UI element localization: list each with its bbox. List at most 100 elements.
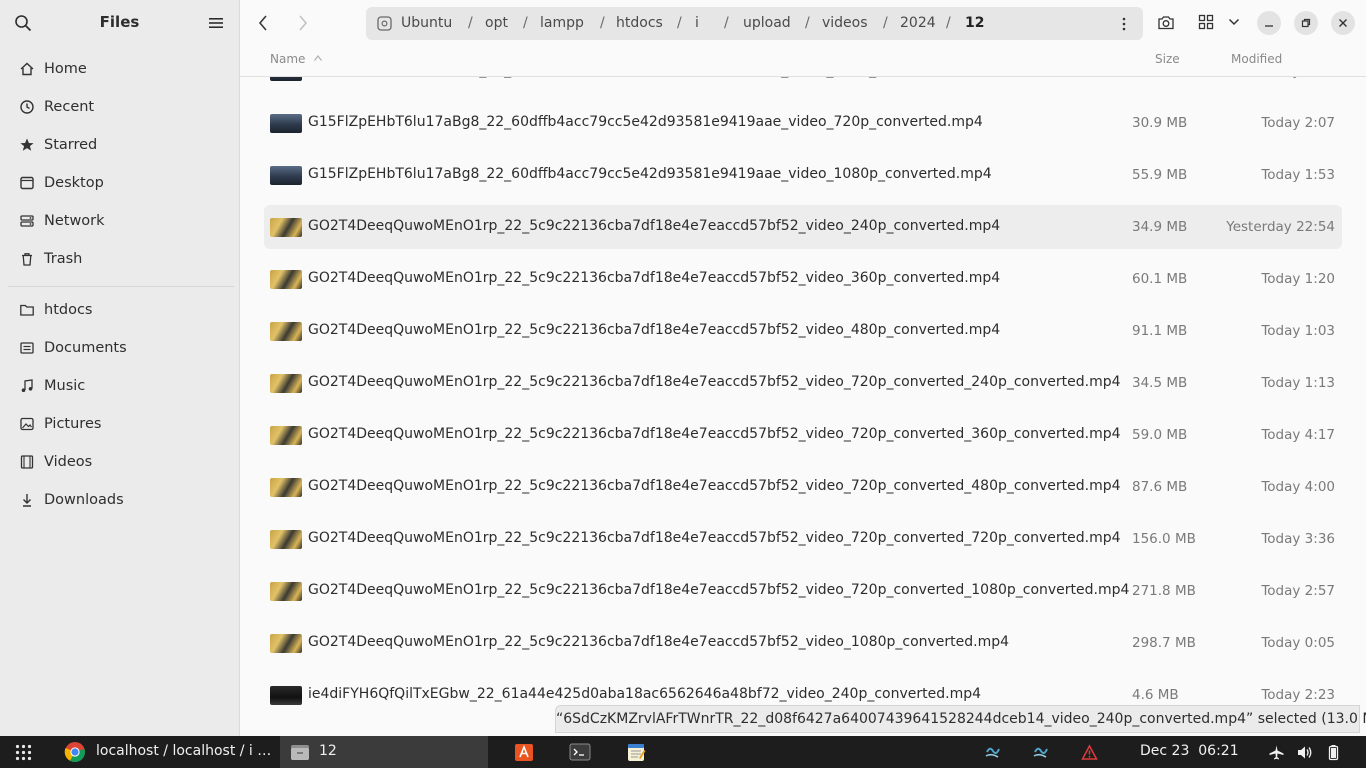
pictures-icon	[20, 417, 34, 431]
file-list: G15FlZpEHbT6lu17aBg8_22_60dffb4acc79cc5e…	[240, 77, 1366, 736]
breadcrumb-ubuntu[interactable]: Ubuntu	[401, 15, 452, 31]
app-grid-icon[interactable]	[15, 744, 32, 761]
grid-view-icon[interactable]	[1198, 14, 1214, 30]
sidebar-item-label: Pictures	[44, 416, 102, 432]
battery-icon[interactable]	[1325, 744, 1342, 761]
file-name: GO2T4DeeqQuwoMEnO1rp_22_5c9c22136cba7df1…	[308, 530, 1121, 546]
airplane-mode-icon[interactable]	[1268, 744, 1285, 761]
file-size: 34.9 MB	[1132, 219, 1188, 235]
trash-icon	[22, 253, 32, 266]
recent-icon	[20, 100, 34, 114]
software-store-icon[interactable]	[514, 742, 534, 762]
file-modified: Today 2:07	[1261, 115, 1335, 131]
tray-app-icon[interactable]	[1032, 744, 1049, 761]
sidebar-item-desktop[interactable]: Desktop	[8, 166, 231, 200]
file-modified: Today 0:05	[1261, 635, 1335, 651]
sidebar-item-pictures[interactable]: Pictures	[8, 407, 231, 441]
file-size: 30.9 MB	[1132, 115, 1188, 131]
sidebar-item-label: Music	[44, 378, 86, 394]
path-bar[interactable]: Ubuntu / opt / lampp / htdocs / i / uplo…	[366, 7, 1143, 40]
breadcrumb-12[interactable]: 12	[965, 15, 984, 31]
minimize-button[interactable]	[1257, 11, 1281, 35]
column-name[interactable]: Name	[270, 52, 305, 66]
sidebar-item-documents[interactable]: Documents	[8, 331, 231, 365]
file-name: G15FlZpEHbT6lu17aBg8_22_60dffb4acc79cc5e…	[308, 114, 983, 130]
sidebar: Files Home Recent Starred Desktop Networ…	[0, 0, 240, 736]
file-name: ie4diFYH6QfQilTxEGbw_22_61a44e425d0aba18…	[308, 686, 982, 702]
sidebar-item-label: Desktop	[44, 175, 104, 191]
chevron-down-icon[interactable]	[1228, 17, 1240, 27]
taskbar-chrome[interactable]: localhost / localhost / i …	[56, 736, 271, 768]
taskbar-files[interactable]: 12	[280, 736, 488, 768]
file-size: 91.1 MB	[1132, 323, 1188, 339]
breadcrumb-i[interactable]: i	[695, 15, 699, 31]
volume-icon[interactable]	[1296, 744, 1313, 761]
terminal-icon[interactable]	[569, 743, 591, 761]
file-row[interactable]: GO2T4DeeqQuwoMEnO1rp_22_5c9c22136cba7df1…	[264, 309, 1342, 353]
sidebar-item-music[interactable]: Music	[8, 369, 231, 403]
file-row[interactable]: GO2T4DeeqQuwoMEnO1rp_22_5c9c22136cba7df1…	[264, 413, 1342, 457]
warning-icon[interactable]	[1081, 744, 1098, 761]
sidebar-item-label: Documents	[44, 340, 127, 356]
close-button[interactable]	[1331, 11, 1355, 35]
file-row[interactable]: GO2T4DeeqQuwoMEnO1rp_22_5c9c22136cba7df1…	[264, 517, 1342, 561]
file-row[interactable]: G15FlZpEHbT6lu17aBg8_22_60dffb4acc79cc5e…	[264, 153, 1342, 197]
text-editor-icon[interactable]	[626, 742, 646, 762]
file-modified: Today 2:23	[1261, 687, 1335, 703]
breadcrumb-separator: /	[883, 15, 888, 31]
documents-icon	[20, 342, 34, 354]
file-modified: Today 1:53	[1261, 167, 1335, 183]
file-size: 298.7 MB	[1132, 635, 1196, 651]
sidebar-item-trash[interactable]: Trash	[8, 242, 231, 276]
minimize-icon	[1265, 25, 1273, 27]
forward-icon[interactable]	[295, 12, 311, 34]
sidebar-item-starred[interactable]: Starred	[8, 128, 231, 162]
sidebar-item-network[interactable]: Network	[8, 204, 231, 238]
video-thumbnail	[270, 530, 302, 549]
file-row[interactable]: GO2T4DeeqQuwoMEnO1rp_22_5c9c22136cba7df1…	[264, 621, 1342, 665]
file-size: 34.5 MB	[1132, 375, 1188, 391]
breadcrumb-videos[interactable]: videos	[822, 15, 868, 31]
breadcrumb-separator: /	[468, 15, 473, 31]
breadcrumb-upload[interactable]: upload	[743, 15, 791, 31]
column-modified[interactable]: Modified	[1231, 52, 1282, 66]
sidebar-item-downloads[interactable]: Downloads	[8, 483, 231, 517]
file-modified: Yesterday 22:54	[1226, 219, 1335, 235]
sidebar-separator	[8, 286, 234, 287]
location-icon[interactable]	[1157, 14, 1175, 32]
file-row[interactable]: GO2T4DeeqQuwoMEnO1rp_22_5c9c22136cba7df1…	[264, 465, 1342, 509]
video-thumbnail	[270, 582, 302, 601]
sidebar-item-label: htdocs	[44, 302, 93, 318]
desktop-icon	[20, 176, 34, 190]
more-options-icon[interactable]	[1118, 15, 1130, 33]
file-name: G15FlZpEHbT6lu17aBg8_22_60dffb4acc79cc5e…	[308, 77, 983, 78]
sort-ascending-icon[interactable]	[313, 54, 323, 62]
files-app-icon	[291, 745, 309, 760]
file-row[interactable]: GO2T4DeeqQuwoMEnO1rp_22_5c9c22136cba7df1…	[264, 257, 1342, 301]
breadcrumb-htdocs[interactable]: htdocs	[616, 15, 663, 31]
file-name: GO2T4DeeqQuwoMEnO1rp_22_5c9c22136cba7df1…	[308, 322, 1001, 338]
file-modified: Today 2:57	[1261, 583, 1335, 599]
breadcrumb-separator: /	[523, 15, 528, 31]
breadcrumb-opt[interactable]: opt	[485, 15, 508, 31]
back-icon[interactable]	[255, 12, 271, 34]
maximize-button[interactable]	[1294, 11, 1318, 35]
file-row[interactable]: GO2T4DeeqQuwoMEnO1rp_22_5c9c22136cba7df1…	[264, 205, 1342, 249]
sidebar-item-recent[interactable]: Recent	[8, 90, 231, 124]
file-row[interactable]: GO2T4DeeqQuwoMEnO1rp_22_5c9c22136cba7df1…	[264, 361, 1342, 405]
column-size[interactable]: Size	[1155, 52, 1180, 66]
video-thumbnail	[270, 374, 302, 393]
breadcrumb-2024[interactable]: 2024	[900, 15, 936, 31]
sidebar-item-videos[interactable]: Videos	[8, 445, 231, 479]
breadcrumb-separator: /	[724, 15, 729, 31]
breadcrumb-lampp[interactable]: lampp	[540, 15, 584, 31]
sidebar-item-home[interactable]: Home	[8, 52, 231, 86]
file-row[interactable]: G15FlZpEHbT6lu17aBg8_22_60dffb4acc79cc5e…	[264, 77, 1342, 93]
tray-app-icon[interactable]	[984, 744, 1001, 761]
menu-icon[interactable]	[207, 15, 225, 31]
sidebar-item-htdocs[interactable]: htdocs	[8, 293, 231, 327]
taskbar-chrome-label: localhost / localhost / i …	[96, 743, 272, 759]
file-row[interactable]: G15FlZpEHbT6lu17aBg8_22_60dffb4acc79cc5e…	[264, 101, 1342, 145]
file-row[interactable]: GO2T4DeeqQuwoMEnO1rp_22_5c9c22136cba7df1…	[264, 569, 1342, 613]
clock[interactable]: Dec 23 06:21	[1140, 743, 1239, 759]
